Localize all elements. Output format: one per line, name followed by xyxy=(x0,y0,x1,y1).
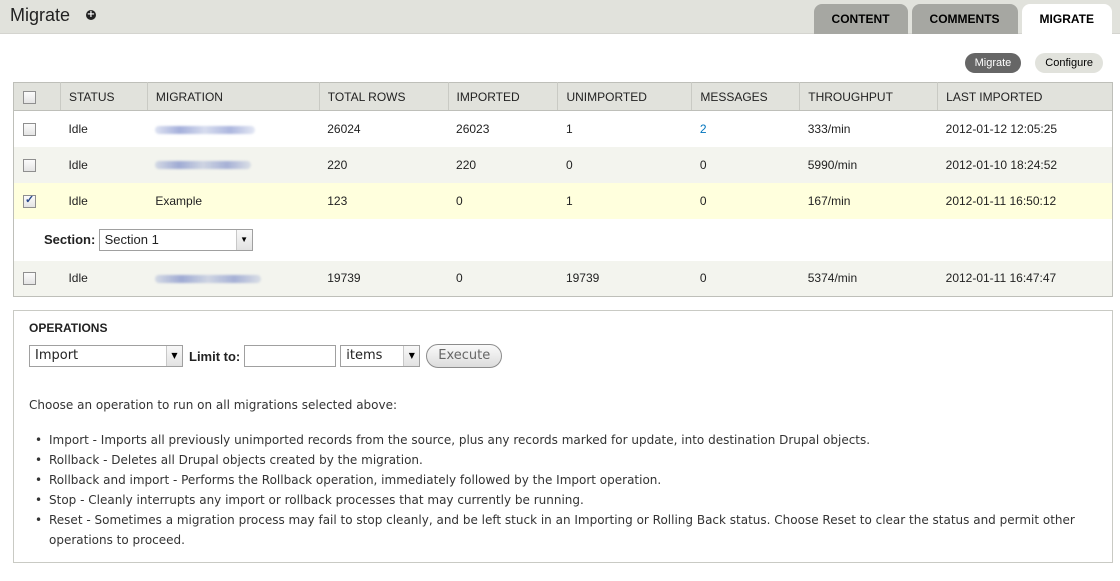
operations-description: Choose an operation to run on all migrat… xyxy=(29,398,398,412)
select-all-cell xyxy=(13,82,61,111)
list-item: Rollback - Deletes all Drupal objects cr… xyxy=(29,450,1079,470)
section-row: Section: Section 1 ▼ xyxy=(13,218,1113,261)
total-rows-cell: 220 xyxy=(319,146,449,183)
column-header[interactable]: STATUS xyxy=(60,82,148,111)
messages-cell: 2 xyxy=(691,110,800,147)
last-imported-cell: 2012-01-11 16:50:12 xyxy=(937,182,1113,219)
tab-comments[interactable]: COMMENTS xyxy=(911,4,1018,34)
column-header[interactable]: THROUGHPUT xyxy=(799,82,939,111)
chevron-down-icon: ▼ xyxy=(235,229,252,250)
chevron-down-icon: ▼ xyxy=(403,346,420,366)
limit-input[interactable] xyxy=(244,345,337,367)
migration-cell xyxy=(147,260,320,297)
total-rows-cell: 26024 xyxy=(319,110,449,147)
status-cell: Idle xyxy=(60,110,148,147)
migrate-button[interactable]: Migrate xyxy=(964,53,1022,73)
configure-button[interactable]: Configure xyxy=(1035,53,1103,73)
imported-cell: 0 xyxy=(448,260,558,297)
redacted-migration-name[interactable] xyxy=(155,275,262,284)
row-checkbox[interactable] xyxy=(23,122,36,136)
section-select[interactable]: Section 1 ▼ xyxy=(98,228,253,251)
row-checkbox[interactable] xyxy=(23,158,36,172)
migration-cell xyxy=(147,146,320,183)
total-rows-cell: 123 xyxy=(319,182,449,219)
messages-cell: 0 xyxy=(691,146,800,183)
status-cell: Idle xyxy=(60,260,148,297)
messages-cell: 0 xyxy=(691,182,800,219)
operations-help-list: Import - Imports all previously unimport… xyxy=(29,430,1079,550)
redacted-migration-name[interactable] xyxy=(155,125,256,134)
unimported-cell: 1 xyxy=(557,182,692,219)
imported-cell: 220 xyxy=(448,146,558,183)
section-cell: Section: Section 1 ▼ xyxy=(13,218,1113,261)
throughput-cell: 5990/min xyxy=(799,146,938,183)
status-cell: Idle xyxy=(60,182,148,219)
limit-label: Limit to: xyxy=(189,348,241,364)
secondary-actions: Migrate Configure xyxy=(964,53,1103,73)
migration-cell[interactable]: Example xyxy=(147,182,320,219)
column-header[interactable]: MIGRATION xyxy=(147,82,320,111)
operations-controls: Import ▼ Limit to: items ▼ Execute xyxy=(29,344,503,368)
imported-cell: 26023 xyxy=(448,110,558,147)
column-header[interactable]: IMPORTED xyxy=(448,82,559,111)
table-row-selected: Idle Example 123 0 1 0 167/min 2012-01-1… xyxy=(13,182,1113,219)
redacted-migration-name[interactable] xyxy=(155,161,252,170)
list-item: Reset - Sometimes a migration process ma… xyxy=(29,510,1079,550)
unit-select[interactable]: items ▼ xyxy=(340,345,421,367)
operations-fieldset: OPERATIONS Import ▼ Limit to: items ▼ Ex… xyxy=(13,310,1113,563)
table-row: Idle 220 220 0 0 5990/min 2012-01-10 18:… xyxy=(13,146,1113,183)
imported-cell: 0 xyxy=(448,182,558,219)
section-label: Section: xyxy=(44,232,96,247)
select-all-checkbox[interactable] xyxy=(23,90,36,104)
messages-cell: 0 xyxy=(691,260,800,297)
column-header[interactable]: TOTAL ROWS xyxy=(319,82,449,111)
throughput-cell: 333/min xyxy=(799,110,938,147)
execute-button[interactable]: Execute xyxy=(426,344,503,368)
chevron-down-icon: ▼ xyxy=(166,346,182,366)
list-item: Import - Imports all previously unimport… xyxy=(29,430,1079,450)
operation-select[interactable]: Import ▼ xyxy=(29,345,183,367)
unimported-cell: 19739 xyxy=(557,260,692,297)
list-item: Stop - Cleanly interrupts any import or … xyxy=(29,490,1079,510)
table-header-row: STATUS MIGRATION TOTAL ROWS IMPORTED UNI… xyxy=(13,82,1113,111)
plus-circle-icon[interactable]: + xyxy=(86,10,96,20)
migration-cell xyxy=(147,110,320,147)
total-rows-cell: 19739 xyxy=(319,260,449,297)
unimported-cell: 0 xyxy=(557,146,692,183)
row-select-cell xyxy=(13,146,61,183)
last-imported-cell: 2012-01-10 18:24:52 xyxy=(937,146,1113,183)
row-select-cell xyxy=(13,260,61,297)
column-header[interactable]: MESSAGES xyxy=(691,82,801,111)
operation-select-value: Import xyxy=(35,348,79,363)
row-checkbox[interactable] xyxy=(23,272,36,286)
messages-link[interactable]: 2 xyxy=(700,122,707,136)
unimported-cell: 1 xyxy=(557,110,692,147)
throughput-cell: 167/min xyxy=(799,182,938,219)
tab-content[interactable]: CONTENT xyxy=(813,4,908,34)
migrations-table: STATUS MIGRATION TOTAL ROWS IMPORTED UNI… xyxy=(13,82,1113,297)
row-checkbox-checked[interactable] xyxy=(23,193,36,208)
section-select-value: Section 1 xyxy=(104,231,159,247)
primary-tabs: CONTENT COMMENTS MIGRATE xyxy=(813,4,1112,35)
row-select-cell xyxy=(13,182,61,219)
row-select-cell xyxy=(13,110,61,147)
column-header[interactable]: LAST IMPORTED xyxy=(937,82,1113,111)
column-header[interactable]: UNIMPORTED xyxy=(557,82,693,111)
last-imported-cell: 2012-01-11 16:47:47 xyxy=(937,260,1113,297)
unit-select-value: items xyxy=(346,348,383,363)
page-title: Migrate xyxy=(10,5,71,25)
table-row: Idle 26024 26023 1 2 333/min 2012-01-12 … xyxy=(13,110,1113,147)
list-item: Rollback and import - Performs the Rollb… xyxy=(29,470,1079,490)
last-imported-cell: 2012-01-12 12:05:25 xyxy=(937,110,1113,147)
operations-title: OPERATIONS xyxy=(29,321,108,335)
status-cell: Idle xyxy=(60,146,148,183)
throughput-cell: 5374/min xyxy=(799,260,938,297)
table-row: Idle 19739 0 19739 0 5374/min 2012-01-11… xyxy=(13,260,1113,297)
tab-migrate[interactable]: MIGRATE xyxy=(1021,4,1112,35)
header-bar: Migrate + CONTENT COMMENTS MIGRATE xyxy=(0,0,1120,35)
